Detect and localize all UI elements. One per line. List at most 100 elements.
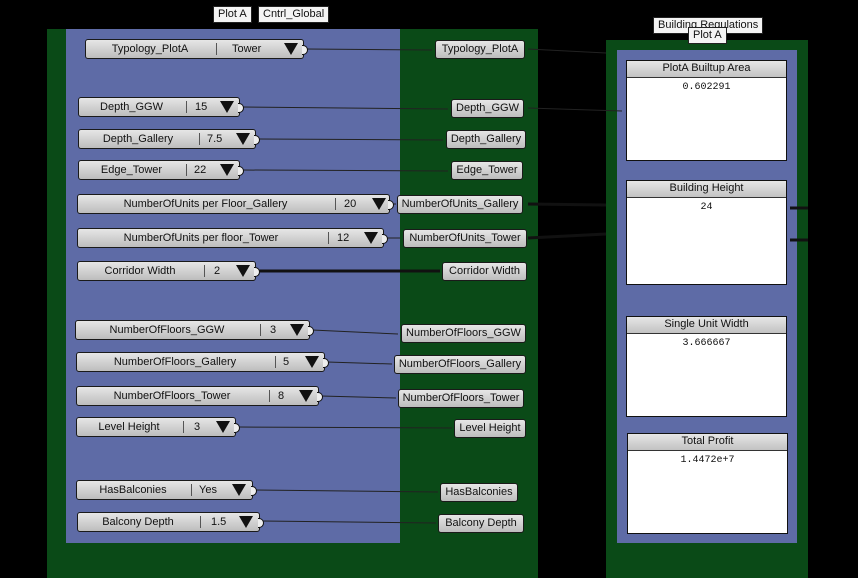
relay-typology-plota[interactable]: Typology_PlotA: [435, 40, 525, 59]
panel-value: 24: [700, 202, 713, 213]
dropdown-arrow-icon[interactable]: [364, 232, 378, 244]
relay-balcony-depth[interactable]: Balcony Depth: [438, 514, 524, 533]
relay-label: NumberOfFloors_GGW: [406, 327, 521, 339]
relay-level-height[interactable]: Level Height: [454, 419, 526, 438]
valuelist-units-per-floor-tower[interactable]: NumberOfUnits per floor_Tower 12: [77, 228, 388, 248]
separator: [275, 356, 276, 368]
valuelist-name: NumberOfFloors_Tower: [113, 390, 231, 402]
dropdown-arrow-icon[interactable]: [220, 164, 234, 176]
dropdown-arrow-icon[interactable]: [232, 484, 246, 496]
panel-title: PlotA Builtup Area: [627, 61, 786, 78]
valuelist-value: 3: [270, 324, 277, 336]
valuelist-name: Balcony Depth: [102, 516, 174, 528]
valuelist-value: 7.5: [207, 133, 223, 145]
separator: [335, 198, 336, 210]
valuelist-typology-plota[interactable]: Typology_PlotA Tower: [85, 39, 308, 59]
relay-floors-ggw[interactable]: NumberOfFloors_GGW: [401, 324, 526, 343]
relay-depth-ggw[interactable]: Depth_GGW: [451, 99, 524, 118]
relay-floors-gallery[interactable]: NumberOfFloors_Gallery: [394, 355, 526, 374]
relay-label: Typology_PlotA: [441, 43, 519, 55]
relay-floors-tower[interactable]: NumberOfFloors_Tower: [398, 389, 524, 408]
panel-building-height[interactable]: Building Height 24: [626, 180, 787, 285]
relay-edge-tower[interactable]: Edge_Tower: [451, 161, 523, 180]
separator: [199, 133, 200, 145]
valuelist-name: Edge_Tower: [100, 164, 163, 176]
valuelist-name: NumberOfUnits per Floor_Gallery: [123, 198, 288, 210]
valuelist-depth-ggw[interactable]: Depth_GGW 15: [78, 97, 244, 117]
relay-label: NumberOfUnits_Tower: [409, 232, 521, 244]
separator: [186, 164, 187, 176]
dropdown-arrow-icon[interactable]: [216, 421, 230, 433]
dropdown-arrow-icon[interactable]: [284, 43, 298, 55]
relay-corridor-width[interactable]: Corridor Width: [442, 262, 527, 281]
dropdown-arrow-icon[interactable]: [299, 390, 313, 402]
dropdown-arrow-icon[interactable]: [236, 133, 250, 145]
dropdown-arrow-icon[interactable]: [239, 516, 253, 528]
relay-label: Corridor Width: [449, 265, 520, 277]
valuelist-edge-tower[interactable]: Edge_Tower 22: [78, 160, 244, 180]
valuelist-name: NumberOfFloors_Gallery: [113, 356, 237, 368]
valuelist-name: NumberOfFloors_GGW: [109, 324, 225, 336]
panel-title: Single Unit Width: [627, 317, 786, 334]
valuelist-value: 3: [194, 421, 201, 433]
relay-label: HasBalconies: [445, 486, 513, 498]
valuelist-floors-gallery[interactable]: NumberOfFloors_Gallery 5: [76, 352, 329, 372]
panel-total-profit[interactable]: Total Profit 1.4472e+7: [627, 433, 788, 534]
valuelist-level-height[interactable]: Level Height 3: [76, 417, 240, 437]
valuelist-value: 12: [337, 232, 350, 244]
valuelist-name: NumberOfUnits per floor_Tower: [123, 232, 279, 244]
separator: [260, 324, 261, 336]
relay-label: Balcony Depth: [445, 517, 517, 529]
panel-plota-builtup-area[interactable]: PlotA Builtup Area 0.602291: [626, 60, 787, 161]
separator: [204, 265, 205, 277]
separator: [186, 101, 187, 113]
valuelist-value: Tower: [232, 43, 262, 55]
relay-units-tower[interactable]: NumberOfUnits_Tower: [403, 229, 527, 248]
dropdown-arrow-icon[interactable]: [305, 356, 319, 368]
relay-label: Depth_Gallery: [450, 133, 522, 145]
relay-label: NumberOfFloors_Tower: [402, 392, 520, 404]
valuelist-depth-gallery[interactable]: Depth_Gallery 7.5: [78, 129, 260, 149]
separator: [328, 232, 329, 244]
valuelist-balcony-depth[interactable]: Balcony Depth 1.5: [77, 512, 264, 532]
valuelist-value: 20: [344, 198, 357, 210]
panel-value: 0.602291: [682, 82, 731, 93]
relay-label: Level Height: [459, 422, 521, 434]
relay-depth-gallery[interactable]: Depth_Gallery: [446, 130, 526, 149]
valuelist-has-balconies[interactable]: HasBalconies Yes: [76, 480, 257, 500]
valuelist-floors-tower[interactable]: NumberOfFloors_Tower 8: [76, 386, 323, 406]
panel-value: 3.666667: [682, 338, 731, 349]
panel-value: 1.4472e+7: [680, 455, 735, 466]
dropdown-arrow-icon[interactable]: [290, 324, 304, 336]
relay-units-gallery[interactable]: NumberOfUnits_Gallery: [397, 195, 523, 214]
valuelist-value: 8: [278, 390, 285, 402]
relay-has-balconies[interactable]: HasBalconies: [440, 483, 518, 502]
valuelist-value: 22: [194, 164, 207, 176]
label-plot-a-2: Plot A: [688, 27, 727, 44]
separator: [269, 390, 270, 402]
valuelist-floors-ggw[interactable]: NumberOfFloors_GGW 3: [75, 320, 314, 340]
relay-label: Depth_GGW: [456, 102, 519, 114]
valuelist-corridor-width[interactable]: Corridor Width 2: [77, 261, 260, 281]
valuelist-value: 2: [214, 265, 221, 277]
label-cntrl-global: Cntrl_Global: [258, 6, 330, 23]
valuelist-value: 1.5: [211, 516, 227, 528]
dropdown-arrow-icon[interactable]: [372, 198, 386, 210]
valuelist-name: HasBalconies: [99, 484, 167, 496]
valuelist-units-per-floor-gallery[interactable]: NumberOfUnits per Floor_Gallery 20: [77, 194, 394, 214]
separator: [216, 43, 217, 55]
relay-label: NumberOfFloors_Gallery: [398, 358, 522, 370]
separator: [191, 484, 192, 496]
dropdown-arrow-icon[interactable]: [236, 265, 250, 277]
dropdown-arrow-icon[interactable]: [220, 101, 234, 113]
panel-title: Building Height: [627, 181, 786, 198]
relay-label: NumberOfUnits_Gallery: [401, 198, 519, 210]
valuelist-name: Typology_PlotA: [111, 43, 189, 55]
separator: [200, 516, 201, 528]
panel-title: Total Profit: [628, 434, 787, 451]
valuelist-name: Corridor Width: [104, 265, 176, 277]
valuelist-name: Depth_GGW: [100, 101, 163, 113]
panel-single-unit-width[interactable]: Single Unit Width 3.666667: [626, 316, 787, 417]
valuelist-name: Level Height: [98, 421, 160, 433]
valuelist-name: Depth_Gallery: [102, 133, 174, 145]
